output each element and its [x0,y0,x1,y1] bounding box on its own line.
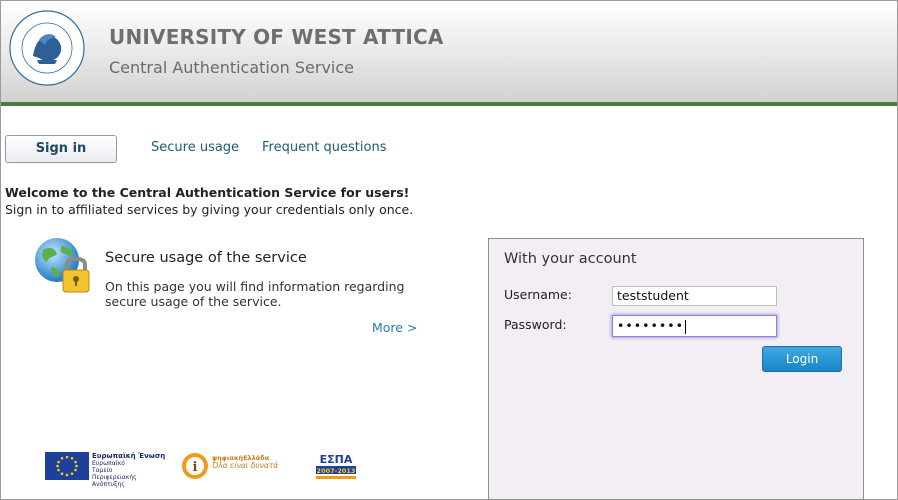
tab-frequent-questions[interactable]: Frequent questions [262,135,386,161]
digital-greece-text: ψηφιακήΕλλάδα Όλα είναι δυνατά [212,454,278,470]
tab-sign-in[interactable]: Sign in [5,135,117,163]
university-title: UNIVERSITY OF WEST ATTICA [109,25,444,49]
service-subtitle: Central Authentication Service [109,58,355,77]
login-panel: With your account Username: teststudent … [488,238,864,500]
username-input[interactable]: teststudent [612,286,777,306]
password-mask: •••••••• [617,318,684,333]
svg-text:i: i [193,460,198,475]
globe-lock-icon [35,238,90,293]
text-caret [684,319,686,334]
eu-flag-logo [45,452,89,480]
login-button[interactable]: Login [762,346,842,372]
username-label: Username: [504,287,572,302]
digital-greece-slogan: Όλα είναι δυνατά [212,461,279,470]
secure-usage-text: On this page you will find information r… [105,279,405,309]
eu-title: Ευρωπαϊκή Ένωση [92,452,166,460]
svg-text:2007-2013: 2007-2013 [317,467,356,475]
password-input[interactable]: •••••••• [612,315,777,337]
secure-usage-title: Secure usage of the service [105,250,307,266]
login-panel-title: With your account [504,251,637,267]
university-seal-logo [9,10,85,86]
welcome-heading: Welcome to the Central Authentication Se… [5,185,410,200]
header: UNIVERSITY OF WEST ATTICA Central Authen… [1,1,897,102]
intro-text: Sign in to affiliated services by giving… [5,202,414,217]
eu-logo-text: Ευρωπαϊκή Ένωση Ευρωπαϊκό Ταμείο Περιφερ… [92,452,166,489]
more-link[interactable]: More > [372,320,417,335]
header-accent-bar [1,102,897,106]
espa-logo: ΕΣΠΑ 2007-2013 [312,451,360,483]
eu-fund-text: Ευρωπαϊκό Ταμείο Περιφερειακής Ανάπτυξης [92,460,137,488]
password-label: Password: [504,317,567,332]
tab-secure-usage[interactable]: Secure usage [151,135,239,161]
svg-text:ΕΣΠΑ: ΕΣΠΑ [320,453,353,466]
digital-greece-logo: i [182,453,208,479]
